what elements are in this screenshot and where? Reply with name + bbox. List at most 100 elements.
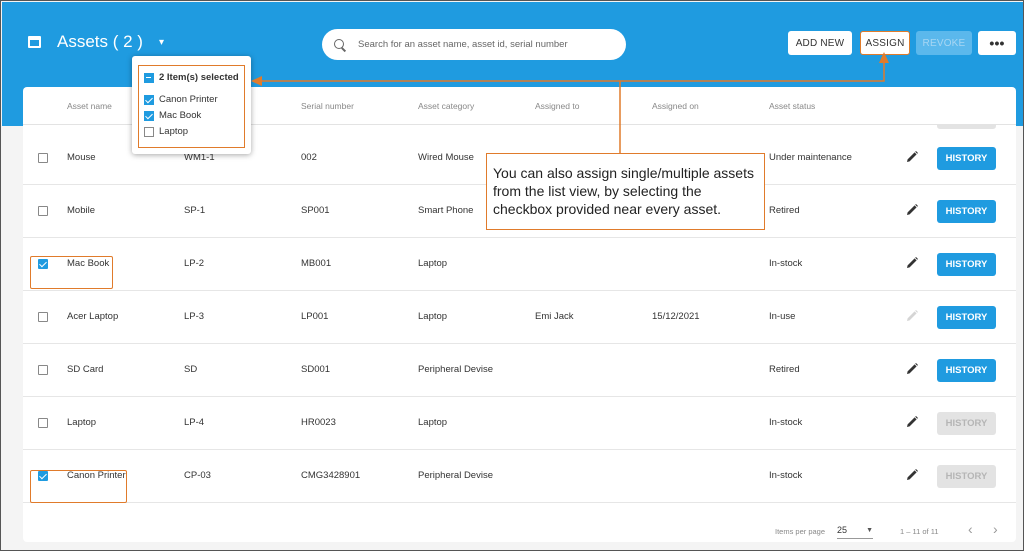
column-header-serial-number[interactable]: Serial number <box>301 101 354 111</box>
edit-pencil-icon[interactable] <box>905 309 919 323</box>
history-button[interactable]: HISTORY <box>937 359 996 382</box>
asset-category: Peripheral Devise <box>418 470 493 481</box>
asset-id: SP-1 <box>184 205 206 216</box>
selection-highlight-box: 2 Item(s) selected Canon Printer Mac Boo… <box>138 65 245 148</box>
assigned-on: 15/12/2021 <box>652 311 700 322</box>
window-icon <box>28 36 41 48</box>
selection-popup: 2 Item(s) selected Canon Printer Mac Boo… <box>132 56 251 154</box>
row-checkbox[interactable] <box>38 418 48 428</box>
asset-name: Mouse <box>67 152 96 163</box>
row-checkbox[interactable] <box>38 365 48 375</box>
asset-category: Wired Mouse <box>418 152 474 163</box>
column-header-asset-name[interactable]: Asset name <box>67 101 112 111</box>
table-row[interactable]: Canon Printer CP-03 CMG3428901 Periphera… <box>23 450 1016 503</box>
asset-id: CP-03 <box>184 470 211 481</box>
edit-pencil-icon[interactable] <box>905 468 919 482</box>
column-header-asset-status[interactable]: Asset status <box>769 101 815 111</box>
table-row[interactable]: Laptop LP-4 HR0023 Laptop In-stock HISTO… <box>23 397 1016 450</box>
instruction-callout: You can also assign single/multiple asse… <box>486 153 765 230</box>
history-button[interactable]: HISTORY <box>937 253 996 276</box>
serial-number: LP001 <box>301 311 329 322</box>
serial-number: SP001 <box>301 205 330 216</box>
next-page-icon[interactable]: › <box>993 521 998 537</box>
history-button[interactable]: HISTORY <box>937 147 996 170</box>
asset-name: SD Card <box>67 364 104 375</box>
column-header-assigned-on[interactable]: Assigned on <box>652 101 699 111</box>
edit-pencil-icon[interactable] <box>905 203 919 217</box>
edit-pencil-icon[interactable] <box>905 256 919 270</box>
asset-id: LP-2 <box>184 258 205 269</box>
table-row[interactable]: SD Card SD SD001 Peripheral Devise Retir… <box>23 344 1016 397</box>
asset-category: Peripheral Devise <box>418 364 493 375</box>
serial-number: 002 <box>301 152 317 163</box>
asset-id: LP-3 <box>184 311 205 322</box>
asset-category: Laptop <box>418 258 448 269</box>
asset-status: Retired <box>769 205 800 216</box>
search-input[interactable] <box>358 39 608 50</box>
asset-id: SD <box>184 364 198 375</box>
row-checkbox[interactable] <box>38 312 48 322</box>
row-checkbox[interactable] <box>38 153 48 163</box>
asset-name: Mobile <box>67 205 95 216</box>
add-new-button[interactable]: ADD NEW <box>788 31 852 55</box>
highlight-box-canon-printer <box>30 470 127 503</box>
asset-status: In-stock <box>769 258 803 269</box>
asset-status: In-use <box>769 311 796 322</box>
column-header-assigned-to[interactable]: Assigned to <box>535 101 579 111</box>
checkbox-laptop[interactable] <box>144 126 154 137</box>
search-icon <box>334 38 346 51</box>
checkbox-mac-book[interactable] <box>144 110 154 121</box>
popup-item-label: Mac Book <box>159 110 202 121</box>
selected-count: 2 Item(s) selected <box>159 72 239 83</box>
caret-down-icon: ▼ <box>866 527 873 534</box>
serial-number: SD001 <box>301 364 331 375</box>
asset-status: In-stock <box>769 417 803 428</box>
serial-number: MB001 <box>301 258 332 269</box>
table-row[interactable]: Mac Book LP-2 MB001 Laptop In-stock HIST… <box>23 238 1016 291</box>
history-button-partial[interactable] <box>937 125 996 129</box>
highlight-box-mac-book <box>30 256 113 289</box>
asset-name: Laptop <box>67 417 97 428</box>
popup-item-laptop[interactable]: Laptop <box>144 126 188 137</box>
popup-item-label: Laptop <box>159 126 189 137</box>
serial-number: CMG3428901 <box>301 470 361 481</box>
asset-category: Smart Phone <box>418 205 474 216</box>
asset-category: Laptop <box>418 417 448 428</box>
edit-pencil-icon[interactable] <box>905 150 919 164</box>
prev-page-icon[interactable]: ‹ <box>968 521 973 537</box>
page-size-value: 25 <box>837 525 848 535</box>
app-window: Assets ( 2 ) ▾ Asset name Serial number … <box>0 0 1024 551</box>
asset-category: Laptop <box>418 311 448 322</box>
search-box[interactable] <box>322 29 626 60</box>
assigned-to: Emi Jack <box>535 311 574 322</box>
pagination: Items per page 25 ▼ 1 – 11 of 11 ‹ › <box>23 513 1016 542</box>
popup-item-canon-printer[interactable]: Canon Printer <box>144 94 218 105</box>
column-header-asset-category[interactable]: Asset category <box>418 101 474 111</box>
assign-button[interactable]: ASSIGN <box>860 31 910 55</box>
asset-status: In-stock <box>769 470 803 481</box>
items-per-page-label: Items per page <box>775 527 826 536</box>
edit-pencil-icon[interactable] <box>905 415 919 429</box>
page-title: Assets ( 2 ) <box>57 32 143 51</box>
select-all-toggle[interactable]: 2 Item(s) selected <box>144 72 239 83</box>
popup-item-mac-book[interactable]: Mac Book <box>144 110 201 121</box>
chevron-down-icon[interactable]: ▾ <box>159 37 164 48</box>
serial-number: HR0023 <box>301 417 336 428</box>
more-options-button[interactable]: ••• <box>978 31 1016 55</box>
popup-item-label: Canon Printer <box>159 94 218 105</box>
assets-title-dropdown[interactable]: Assets ( 2 ) ▾ <box>28 32 164 52</box>
checkbox-canon-printer[interactable] <box>144 94 154 105</box>
row-checkbox[interactable] <box>38 206 48 216</box>
history-button[interactable]: HISTORY <box>937 465 996 488</box>
history-button[interactable]: HISTORY <box>937 306 996 329</box>
page-size-select[interactable]: 25 ▼ <box>837 525 873 539</box>
indeterminate-checkbox-icon[interactable] <box>144 72 154 83</box>
asset-id: LP-4 <box>184 417 205 428</box>
page-range: 1 – 11 of 11 <box>900 527 939 536</box>
history-button[interactable]: HISTORY <box>937 412 996 435</box>
asset-status: Under maintenance <box>769 152 852 163</box>
history-button[interactable]: HISTORY <box>937 200 996 223</box>
table-row[interactable]: Acer Laptop LP-3 LP001 Laptop Emi Jack 1… <box>23 291 1016 344</box>
edit-pencil-icon[interactable] <box>905 362 919 376</box>
revoke-button[interactable]: REVOKE <box>916 31 972 55</box>
